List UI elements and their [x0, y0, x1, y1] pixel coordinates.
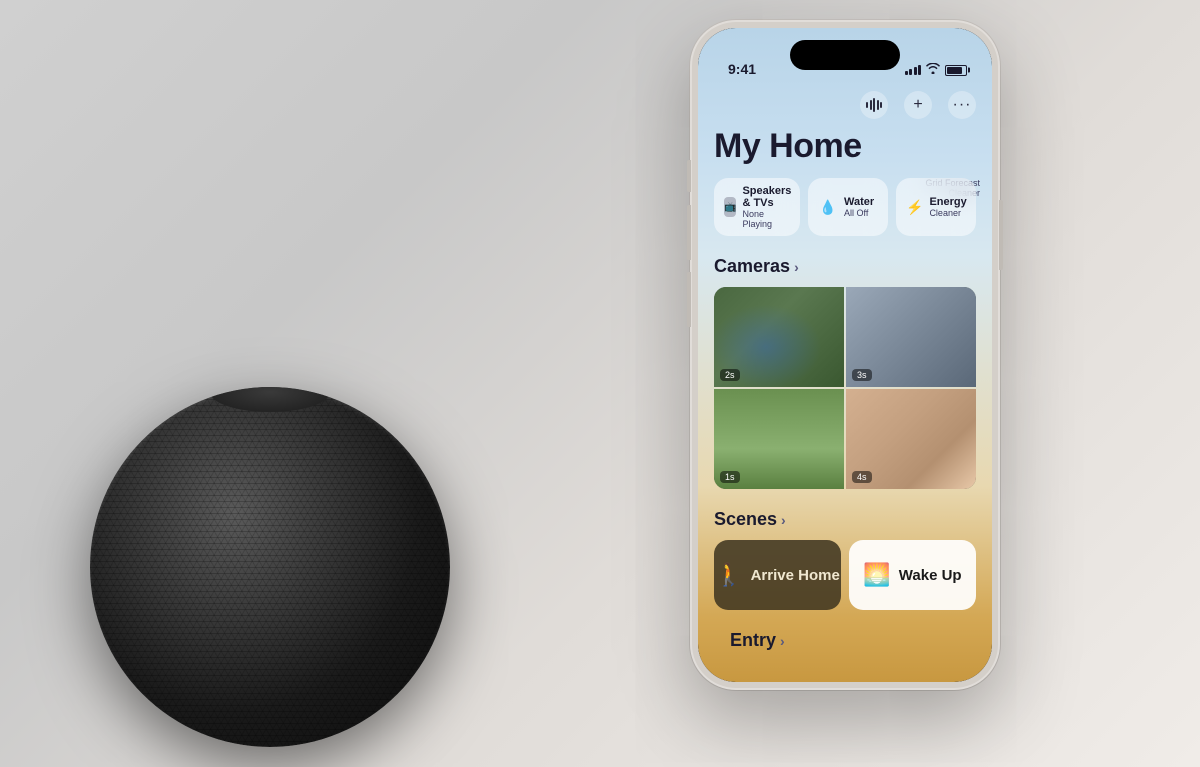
- cameras-header[interactable]: Cameras ›: [698, 252, 992, 287]
- plus-icon: +: [913, 96, 922, 114]
- wake-label: Wake Up: [899, 567, 962, 584]
- camera-cell-3[interactable]: 1s: [714, 389, 844, 489]
- action-bar: + ···: [698, 83, 992, 123]
- volume-up-button: [687, 205, 691, 260]
- scenes-label: Scenes: [714, 509, 777, 530]
- camera-timer-3: 1s: [720, 471, 740, 483]
- wave-bar-5: [880, 102, 882, 108]
- cameras-chevron: ›: [794, 259, 799, 275]
- wave-bar-4: [877, 100, 879, 110]
- signal-bar-2: [909, 69, 912, 75]
- energy-text: Energy Cleaner: [929, 196, 966, 218]
- power-button: [999, 200, 1003, 270]
- scenes-section: Scenes › 🚶 Arrive Home 🌅 Wake Up: [698, 505, 992, 610]
- waveform-icon: [866, 98, 882, 112]
- camera-timer-2: 3s: [852, 369, 872, 381]
- iphone: 9:41: [690, 20, 1000, 690]
- iphone-wrapper: 9:41: [690, 20, 1000, 690]
- wake-icon: 🌅: [863, 562, 890, 588]
- arrive-icon: 🚶: [715, 562, 742, 588]
- status-icons: [905, 63, 968, 77]
- camera-cell-2[interactable]: 3s: [846, 287, 976, 387]
- entry-label: Entry: [730, 630, 776, 651]
- homepod-mesh: [90, 387, 450, 747]
- wave-bar-1: [866, 102, 868, 108]
- camera-grid: 2s 3s 1s 4s: [714, 287, 976, 489]
- more-button[interactable]: ···: [948, 91, 976, 119]
- signal-bars: [905, 65, 922, 75]
- speakers-text: Speakers & TVs None Playing: [742, 185, 791, 229]
- iphone-inner: 9:41: [698, 28, 992, 682]
- scenes-row: 🚶 Arrive Home 🌅 Wake Up: [698, 540, 992, 610]
- scenes-header[interactable]: Scenes ›: [698, 505, 992, 540]
- water-text: Water All Off: [844, 196, 874, 218]
- add-button[interactable]: +: [904, 91, 932, 119]
- dynamic-island: [790, 40, 900, 70]
- category-pills: 📺 Speakers & TVs None Playing 💧 Water Al…: [698, 178, 992, 252]
- arrive-home-button[interactable]: 🚶 Arrive Home: [714, 540, 841, 610]
- speakers-label: Speakers & TVs: [742, 185, 791, 209]
- energy-pill[interactable]: ⚡ Energy Cleaner: [896, 178, 976, 236]
- entry-header[interactable]: Entry ›: [714, 626, 976, 661]
- energy-sublabel: Cleaner: [929, 208, 966, 218]
- signal-bar-1: [905, 71, 908, 75]
- camera-cell-4[interactable]: 4s: [846, 389, 976, 489]
- signal-bar-4: [918, 65, 921, 75]
- cameras-label: Cameras: [714, 256, 790, 277]
- ellipsis-icon: ···: [953, 96, 972, 114]
- camera-timer-4: 4s: [852, 471, 872, 483]
- battery-icon: [945, 65, 967, 76]
- silent-button: [687, 160, 691, 192]
- entry-section[interactable]: Entry ›: [698, 610, 992, 665]
- water-label: Water: [844, 196, 874, 208]
- wake-up-button[interactable]: 🌅 Wake Up: [849, 540, 976, 610]
- camera-timer-1: 2s: [720, 369, 740, 381]
- iphone-screen: 9:41: [698, 28, 992, 682]
- signal-bar-3: [914, 67, 917, 75]
- camera-cell-1[interactable]: 2s: [714, 287, 844, 387]
- energy-icon: ⚡: [906, 197, 923, 217]
- waveform-button[interactable]: [860, 91, 888, 119]
- wave-bar-3: [873, 98, 875, 112]
- arrive-label: Arrive Home: [751, 567, 840, 584]
- speakers-pill[interactable]: 📺 Speakers & TVs None Playing: [714, 178, 800, 236]
- water-sublabel: All Off: [844, 208, 874, 218]
- tv-icon: 📺: [724, 197, 736, 217]
- home-title: My Home: [698, 123, 992, 178]
- status-time: 9:41: [728, 61, 756, 77]
- homepod: [60, 327, 480, 747]
- battery-fill: [947, 67, 962, 74]
- volume-down-button: [687, 272, 691, 327]
- energy-label: Energy: [929, 196, 966, 208]
- wave-bar-2: [870, 100, 872, 110]
- homepod-body: [90, 387, 450, 747]
- water-icon: 💧: [818, 197, 838, 217]
- entry-chevron: ›: [780, 633, 785, 649]
- wifi-icon: [926, 63, 940, 77]
- water-pill[interactable]: 💧 Water All Off: [808, 178, 888, 236]
- speakers-sublabel: None Playing: [742, 209, 791, 229]
- home-content[interactable]: + ··· Grid Forecast Cleaner My Home: [698, 83, 992, 682]
- scenes-chevron: ›: [781, 512, 786, 528]
